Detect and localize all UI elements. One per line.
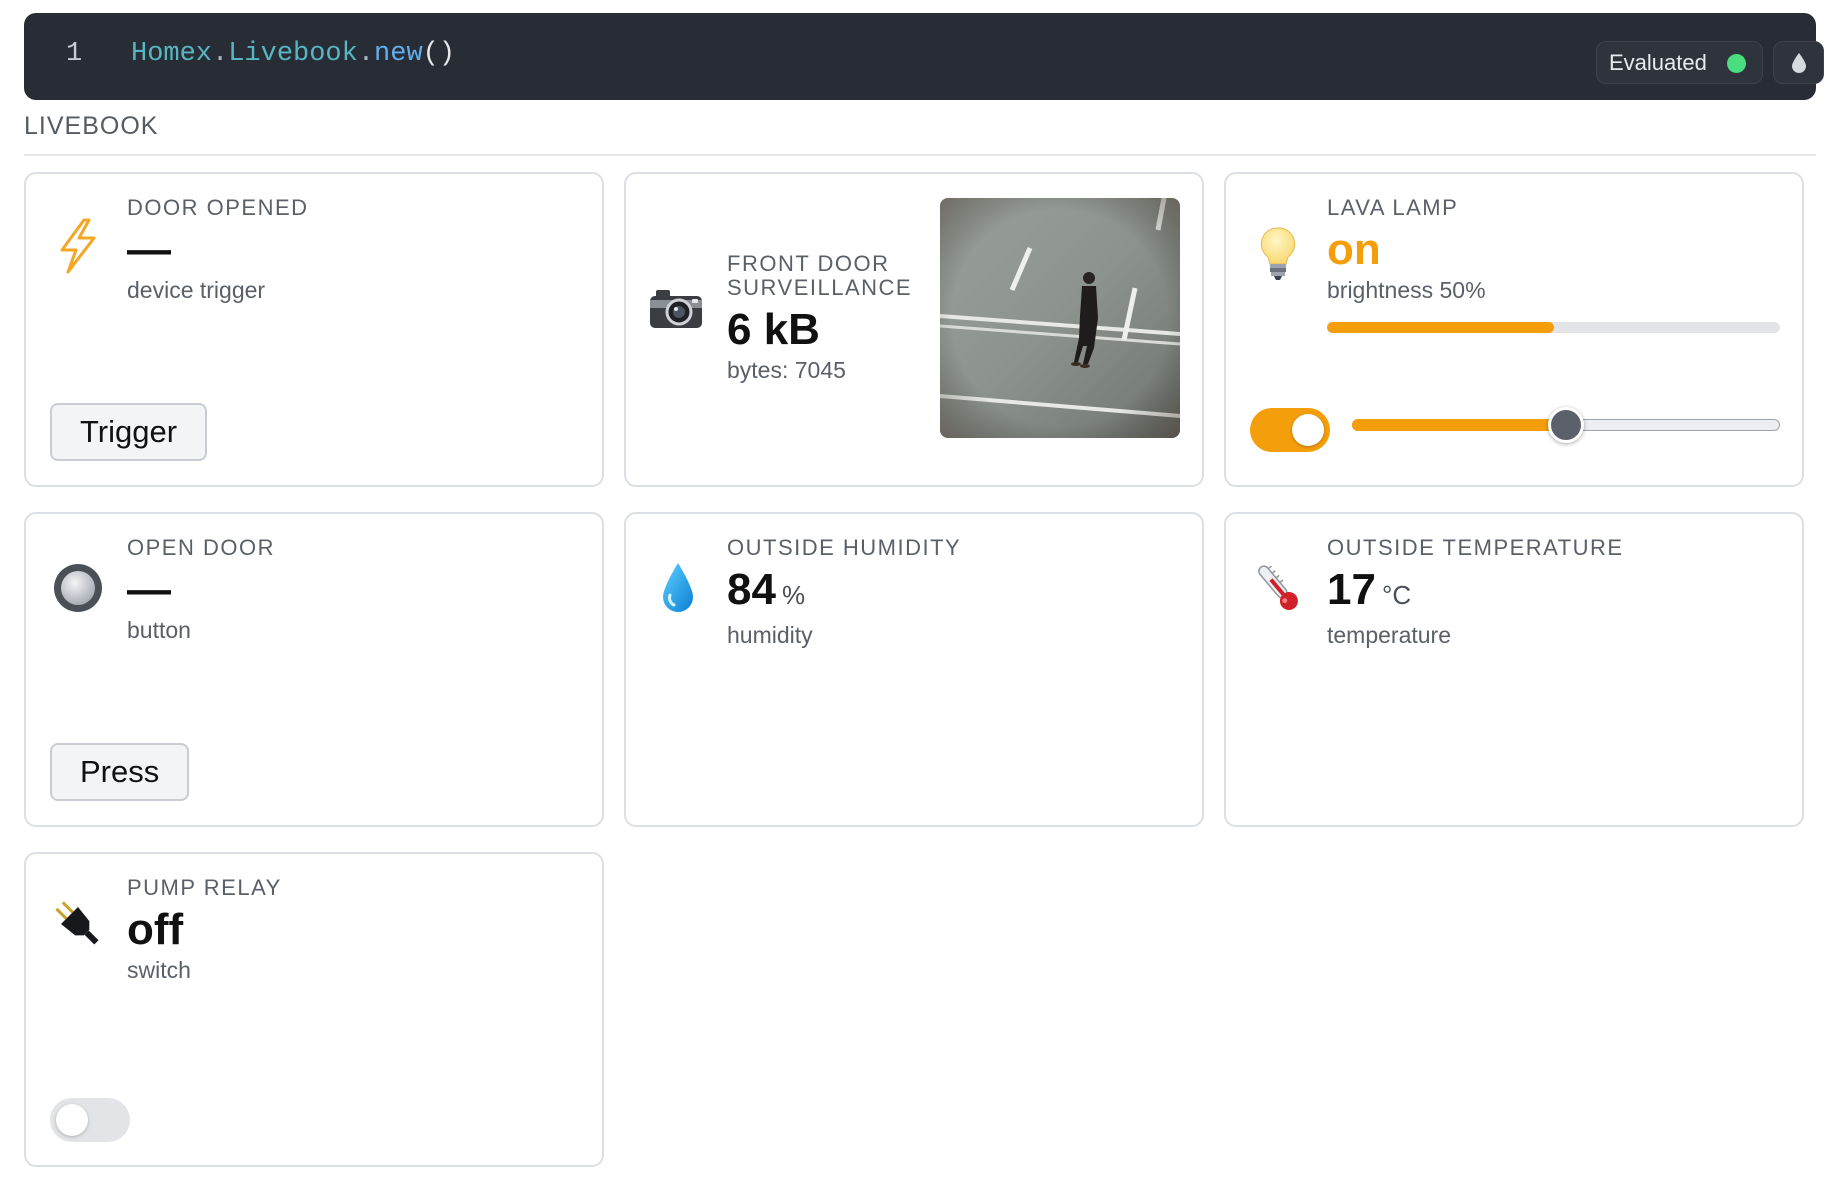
round-button-icon xyxy=(50,560,106,616)
card-text: OUTSIDE HUMIDITY 84% humidity xyxy=(727,536,961,649)
card-title-line2: SURVEILLANCE xyxy=(727,275,913,300)
water-drop-icon xyxy=(650,560,706,616)
card-text: FRONT DOOR SURVEILLANCE 6 kB bytes: 7045 xyxy=(727,252,912,384)
code-dot: . xyxy=(357,39,375,69)
trigger-button[interactable]: Trigger xyxy=(50,403,208,461)
slider-thumb[interactable] xyxy=(1548,407,1584,443)
brightness-slider[interactable] xyxy=(1352,407,1780,443)
camera-icon xyxy=(648,280,704,336)
card-subtitle: temperature xyxy=(1327,622,1452,648)
card-subtitle: humidity xyxy=(727,622,813,648)
light-bulb-icon xyxy=(1250,226,1306,282)
card-subtitle: bytes: 7045 xyxy=(727,357,846,383)
card-subtitle: device trigger xyxy=(127,277,266,303)
card-text: OPEN DOOR — button xyxy=(127,536,275,644)
card-door-opened: DOOR OPENED — device trigger Trigger xyxy=(24,172,604,487)
temperature-unit: °C xyxy=(1381,580,1412,610)
card-lava-lamp: LAVA LAMP on brightness 50% xyxy=(1224,172,1804,487)
card-front-door-surveillance: FRONT DOOR SURVEILLANCE 6 kB bytes: 7045 xyxy=(624,172,1204,487)
humidity-value: 84 xyxy=(727,565,776,614)
surveillance-snapshot xyxy=(940,198,1180,438)
line-number: 1 xyxy=(66,39,83,69)
card-value: 84% xyxy=(727,564,961,621)
electric-plug-icon xyxy=(50,896,106,952)
section-label: LIVEBOOK xyxy=(24,112,159,140)
card-text: LAVA LAMP on brightness 50% xyxy=(1327,196,1486,304)
card-subtitle: switch xyxy=(127,957,191,983)
card-value: — xyxy=(127,225,171,274)
lava-lamp-toggle[interactable] xyxy=(1250,408,1330,452)
temperature-value: 17 xyxy=(1327,565,1376,614)
card-title: OUTSIDE TEMPERATURE xyxy=(1327,535,1624,560)
card-text: PUMP RELAY off switch xyxy=(127,876,282,984)
card-value: 6 kB xyxy=(727,305,820,354)
press-button[interactable]: Press xyxy=(50,743,190,801)
code-module: Homex xyxy=(131,39,213,69)
card-subtitle: brightness 50% xyxy=(1327,277,1486,303)
card-title: OUTSIDE HUMIDITY xyxy=(727,535,962,560)
card-text: DOOR OPENED — device trigger xyxy=(127,196,309,304)
toggle-knob xyxy=(1292,414,1324,446)
code-submodule: Livebook xyxy=(228,39,358,69)
card-value: — xyxy=(127,565,171,614)
card-open-door: OPEN DOOR — button Press xyxy=(24,512,604,827)
brightness-progress-bar xyxy=(1327,322,1780,333)
brightness-progress-fill xyxy=(1327,322,1554,333)
status-indicator-dot xyxy=(1727,54,1746,73)
evaluation-status[interactable]: Evaluated xyxy=(1596,41,1763,84)
card-outside-temperature: OUTSIDE TEMPERATURE 17 °C temperature xyxy=(1224,512,1804,827)
slider-fill xyxy=(1352,419,1566,431)
toggle-knob xyxy=(56,1104,88,1136)
thermometer-icon xyxy=(1250,560,1306,616)
card-text: OUTSIDE TEMPERATURE 17 °C temperature xyxy=(1327,536,1624,649)
card-pump-relay: PUMP RELAY off switch xyxy=(24,852,604,1167)
card-value: on xyxy=(1327,225,1381,274)
card-subtitle: button xyxy=(127,617,191,643)
evaluation-status-label: Evaluated xyxy=(1609,49,1707,75)
humidity-unit: % xyxy=(781,580,806,610)
code-parens: () xyxy=(422,39,456,69)
section-divider xyxy=(24,154,1816,156)
card-title: DOOR OPENED xyxy=(127,195,309,220)
code-cell[interactable]: 1 Homex.Livebook.new() Evaluated xyxy=(24,13,1824,100)
card-title: LAVA LAMP xyxy=(1327,195,1459,220)
card-value: off xyxy=(127,905,184,954)
code-line[interactable]: Homex.Livebook.new() xyxy=(131,39,455,69)
code-function: new xyxy=(374,39,423,69)
card-outside-humidity: OUTSIDE HUMIDITY 84% humidity xyxy=(624,512,1204,827)
code-dot: . xyxy=(212,39,229,69)
card-title: OPEN DOOR xyxy=(127,535,275,560)
lightning-icon xyxy=(50,218,106,274)
card-value: 17 °C xyxy=(1327,564,1624,621)
card-title-line1: FRONT DOOR xyxy=(727,251,890,276)
pump-relay-toggle[interactable] xyxy=(50,1098,130,1142)
drop-icon xyxy=(1791,52,1806,73)
drop-button[interactable] xyxy=(1773,41,1824,84)
card-title: PUMP RELAY xyxy=(127,875,282,900)
